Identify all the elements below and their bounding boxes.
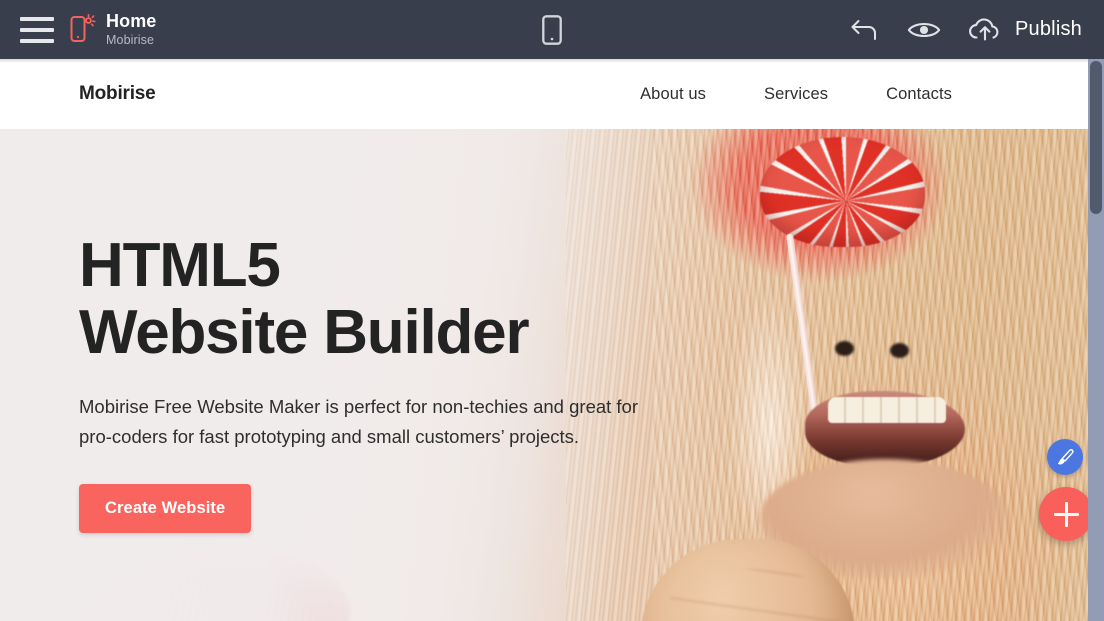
- lollipop-shape: [760, 137, 925, 247]
- page-title: Home: [106, 10, 157, 31]
- hamburger-bar: [20, 16, 54, 21]
- hamburger-bar: [20, 27, 54, 32]
- undo-arrow-glyph: [851, 19, 876, 40]
- cloud-upload-icon: [969, 17, 999, 41]
- nav-item-contacts[interactable]: Contacts: [886, 85, 952, 104]
- site-nav-menu: About us Services Contacts: [640, 85, 1028, 104]
- site-navbar[interactable]: Mobirise About us Services Contacts: [0, 59, 1088, 129]
- site-preview-canvas[interactable]: Mobirise About us Services Contacts HTML…: [0, 59, 1088, 621]
- hero-content: HTML5 Website Builder Mobirise Free Webs…: [79, 231, 679, 533]
- toolbar-actions: Publish: [847, 13, 1082, 47]
- hero-title-line-1: HTML5: [79, 231, 281, 300]
- hamburger-menu-icon[interactable]: [20, 16, 54, 43]
- mobirise-builder-window: Home Mobirise Publish Mobirise About us …: [0, 0, 1104, 621]
- hero-title[interactable]: HTML5 Website Builder: [79, 231, 679, 367]
- plus-icon-vertical: [1064, 501, 1068, 527]
- site-logo[interactable]: Mobirise: [79, 83, 156, 105]
- paintbrush-icon: [1057, 448, 1074, 464]
- hero-section[interactable]: HTML5 Website Builder Mobirise Free Webs…: [0, 129, 1088, 621]
- nav-item-services[interactable]: Services: [764, 85, 828, 104]
- hero-title-line-2: Website Builder: [79, 297, 530, 367]
- create-website-button[interactable]: Create Website: [79, 483, 252, 533]
- eye-preview-icon[interactable]: [907, 13, 941, 47]
- project-brand-block[interactable]: Home Mobirise: [70, 12, 156, 47]
- nostril-shape: [890, 343, 909, 358]
- nav-item-about-us[interactable]: About us: [640, 85, 706, 104]
- vertical-scrollbar-thumb[interactable]: [1090, 61, 1102, 214]
- hero-paragraph[interactable]: Mobirise Free Website Maker is perfect f…: [79, 392, 675, 452]
- project-name: Mobirise: [106, 32, 155, 47]
- vertical-scrollbar-track[interactable]: [1088, 59, 1104, 621]
- publish-label: Publish: [1015, 18, 1082, 40]
- style-paintbrush-button[interactable]: [1047, 439, 1083, 475]
- app-toolbar: Home Mobirise Publish: [0, 0, 1104, 59]
- publish-button[interactable]: Publish: [967, 16, 1082, 44]
- nostril-shape: [835, 341, 854, 356]
- undo-arrow-icon[interactable]: [847, 13, 881, 47]
- mobirise-phone-logo-icon: [70, 14, 96, 43]
- add-block-button[interactable]: [1039, 487, 1093, 541]
- hamburger-bar: [20, 38, 54, 43]
- teeth-shape: [828, 397, 946, 423]
- mobile-device-icon[interactable]: [532, 10, 572, 50]
- mobile-device-glyph: [542, 14, 562, 45]
- eye-preview-glyph: [907, 22, 941, 37]
- project-brand-text: Home Mobirise: [106, 12, 156, 47]
